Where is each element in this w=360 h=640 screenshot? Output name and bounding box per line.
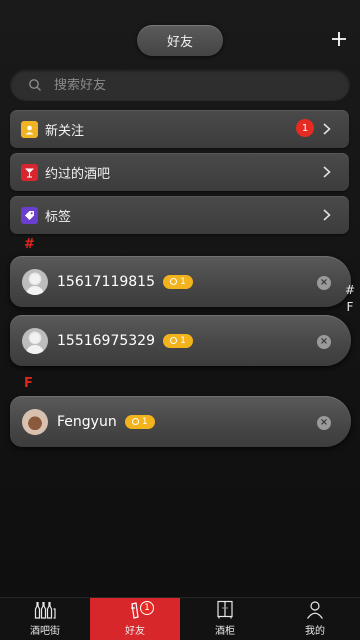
notification-badge: 1 — [296, 119, 314, 137]
avatar — [22, 327, 48, 354]
menu-item-label: 约过的酒吧 — [45, 166, 111, 182]
cocktail-icon — [21, 163, 38, 181]
level-ring-icon — [170, 278, 178, 285]
section-header: # — [24, 237, 35, 252]
contact-name: Fengyun — [57, 413, 117, 430]
contact-name: 15516975329 — [57, 332, 155, 349]
tab-cabinet[interactable]: 酒柜 — [180, 598, 270, 640]
profile-icon — [307, 601, 323, 619]
tab-label: 酒柜 — [215, 626, 235, 637]
page-title: 好友 — [137, 25, 223, 56]
new-follower-icon — [21, 120, 38, 138]
index-letter[interactable]: F — [347, 299, 354, 316]
contact-name: 15617119815 — [57, 273, 155, 290]
index-letter[interactable]: # — [345, 282, 355, 299]
chevron-right-icon — [323, 123, 331, 135]
remove-contact-button[interactable]: × — [317, 335, 331, 349]
tag-icon — [21, 206, 38, 224]
tab-label: 好友 — [125, 626, 145, 637]
chevron-right-icon — [323, 209, 331, 221]
contact-card[interactable]: 15617119815 1 × — [10, 256, 351, 307]
menu-item-tags[interactable]: 标签 — [10, 196, 349, 234]
search-input[interactable] — [54, 77, 314, 93]
cabinet-icon — [217, 600, 233, 619]
search-bar[interactable] — [10, 69, 350, 101]
tab-friends[interactable]: 1 好友 — [90, 598, 180, 640]
tab-bar-street[interactable]: 酒吧街 — [0, 598, 90, 640]
level-badge: 1 — [162, 333, 193, 348]
level-ring-icon — [170, 337, 178, 344]
chevron-right-icon — [323, 166, 331, 178]
contact-card[interactable]: 15516975329 1 × — [10, 315, 351, 366]
bottles-icon — [34, 602, 56, 619]
level-badge: 1 — [124, 414, 155, 429]
search-icon — [29, 79, 41, 91]
plus-icon — [332, 32, 346, 46]
remove-contact-button[interactable]: × — [317, 416, 331, 430]
remove-contact-button[interactable]: × — [317, 276, 331, 290]
bottom-tab-bar: 酒吧街 1 好友 酒柜 我的 — [0, 597, 360, 640]
menu-item-new-follows[interactable]: 新关注 1 — [10, 110, 349, 148]
section-header: F — [24, 376, 33, 391]
top-bar: 好友 — [0, 0, 360, 60]
tab-badge: 1 — [140, 601, 154, 615]
menu-item-label: 标签 — [45, 209, 72, 225]
tab-profile[interactable]: 我的 — [270, 598, 360, 640]
menu-item-label: 新关注 — [45, 123, 85, 139]
add-friend-button[interactable] — [326, 26, 352, 52]
alphabet-index[interactable]: # F — [344, 282, 356, 316]
level-ring-icon — [131, 418, 139, 425]
avatar — [22, 408, 48, 435]
level-badge: 1 — [162, 274, 193, 289]
tab-label: 我的 — [305, 626, 325, 637]
tab-label: 酒吧街 — [30, 626, 60, 637]
avatar — [22, 268, 48, 295]
menu-item-visited-bars[interactable]: 约过的酒吧 — [10, 153, 349, 191]
contact-card[interactable]: Fengyun 1 × — [10, 396, 351, 447]
app-screen: 好友 新关注 1 — [0, 0, 360, 640]
